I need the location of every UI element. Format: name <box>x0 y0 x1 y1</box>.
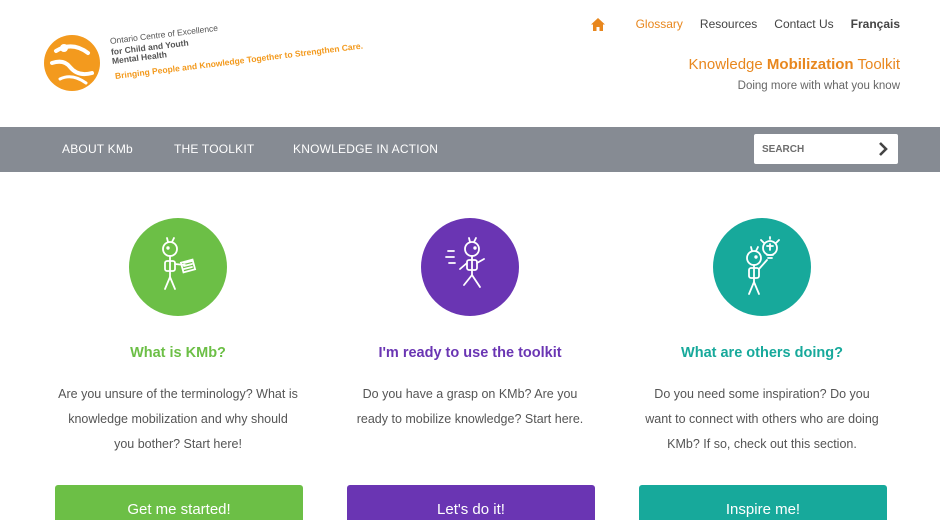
chevron-right-icon[interactable] <box>874 140 892 158</box>
search-box <box>754 134 898 164</box>
toolkit-subtitle: Doing more with what you know <box>737 80 900 92</box>
column-heading: What is KMb? <box>130 345 226 361</box>
utility-nav: Glossary Resources Contact Us Français <box>590 17 900 31</box>
site-header: Ontario Centre of Excellence for Child a… <box>0 0 940 127</box>
site-logo[interactable]: Ontario Centre of Excellence for Child a… <box>42 23 372 98</box>
running-figure-icon <box>421 218 519 316</box>
reading-figure-icon <box>129 218 227 316</box>
column-heading: What are others doing? <box>681 345 843 361</box>
column-what-is-kmb: What is KMb? Are you unsure of the termi… <box>54 218 302 457</box>
column-body-text: Do you need some inspiration? Do you wan… <box>645 387 879 451</box>
column-heading: I'm ready to use the toolkit <box>378 345 562 361</box>
nav-link-resources[interactable]: Resources <box>700 17 757 31</box>
search-input[interactable] <box>762 141 867 157</box>
inspire-me-button[interactable]: Inspire me! <box>639 485 887 520</box>
column-body-text: Do you have a grasp on KMb? Are you read… <box>356 387 584 426</box>
home-icon[interactable] <box>590 17 605 31</box>
nav-item-knowledge-in-action[interactable]: KNOWLEDGE IN ACTION <box>293 142 438 156</box>
column-what-are-others-doing: What are others doing? Do you need some … <box>638 218 886 457</box>
toolkit-title-post: Toolkit <box>853 56 900 73</box>
toolkit-title-bold: Mobilization <box>766 56 854 73</box>
language-toggle-link[interactable]: Français <box>851 17 900 31</box>
get-started-button[interactable]: Get me started! <box>55 485 303 520</box>
nav-link-contact-us[interactable]: Contact Us <box>774 17 833 31</box>
column-body-text: Are you unsure of the terminology? What … <box>58 387 298 451</box>
toolkit-title: Knowledge Mobilization Toolkit <box>689 56 900 73</box>
logo-icon <box>44 35 100 91</box>
column-ready-to-use-toolkit: I'm ready to use the toolkit Do you have… <box>346 218 594 432</box>
lets-do-it-button[interactable]: Let's do it! <box>347 485 595 520</box>
nav-item-about-kmb[interactable]: ABOUT KMb <box>62 142 133 156</box>
lightbulb-figure-icon <box>713 218 811 316</box>
nav-item-the-toolkit[interactable]: THE TOOLKIT <box>174 142 254 156</box>
nav-link-glossary[interactable]: Glossary <box>636 17 683 31</box>
toolkit-title-pre: Knowledge <box>688 56 767 73</box>
